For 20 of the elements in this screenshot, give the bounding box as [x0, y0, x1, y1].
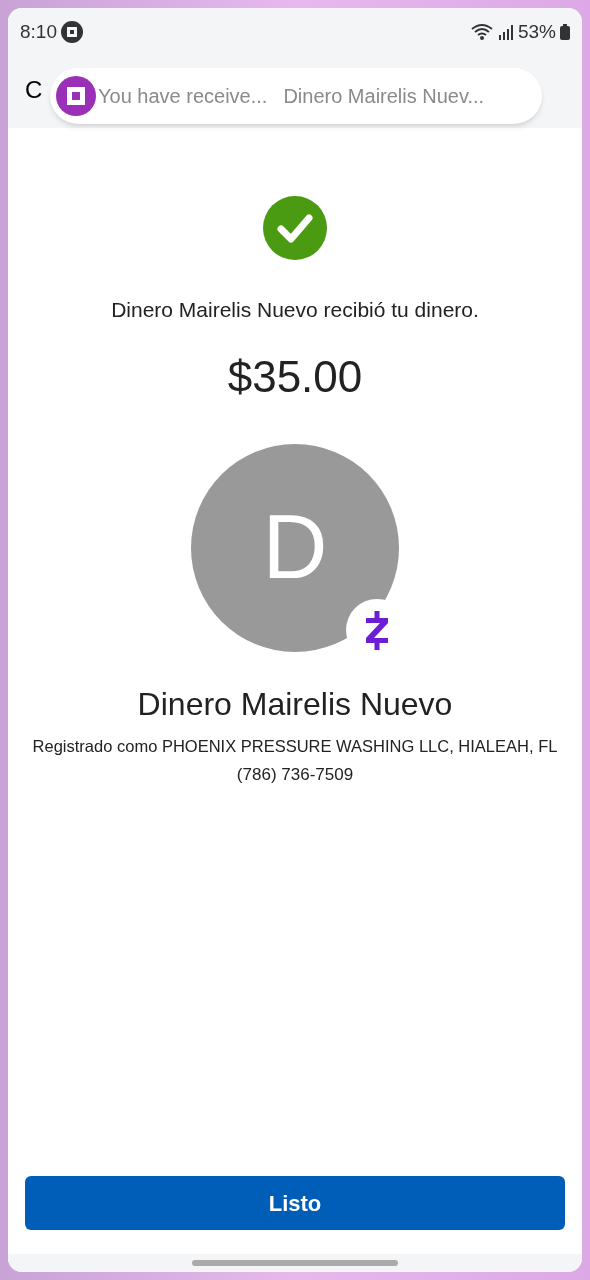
- phone-number: (786) 736-7509: [236, 764, 354, 787]
- app-logo-icon: [61, 21, 83, 43]
- check-icon: [263, 196, 327, 260]
- wifi-icon: [469, 23, 494, 41]
- avatar: D: [191, 443, 399, 652]
- amount: $35.00: [227, 350, 363, 403]
- battery-icon: [560, 24, 570, 40]
- confirmation-message: Dinero Mairelis Nuevo recibió tu dinero.: [111, 297, 479, 323]
- app-logo-icon: [56, 76, 96, 116]
- status-time: 8:10: [20, 19, 57, 44]
- registered-info: Registrado como PHOENIX PRESSURE WASHING LLC, HIALEAH, FL: [32, 735, 558, 757]
- home-indicator[interactable]: [192, 1260, 398, 1266]
- battery-percent: 53%: [517, 19, 556, 44]
- signal-icon: [497, 24, 514, 40]
- notification-pill[interactable]: You have receive... Dinero Mairelis Nuev...: [50, 68, 542, 124]
- recipient-name: Dinero Mairelis Nuevo: [137, 684, 453, 724]
- done-button[interactable]: Listo: [25, 1176, 565, 1230]
- notification-title: You have receive...: [98, 84, 268, 109]
- notification-text: Dinero Mairelis Nuev...: [283, 84, 485, 109]
- header-title: C: [25, 75, 43, 105]
